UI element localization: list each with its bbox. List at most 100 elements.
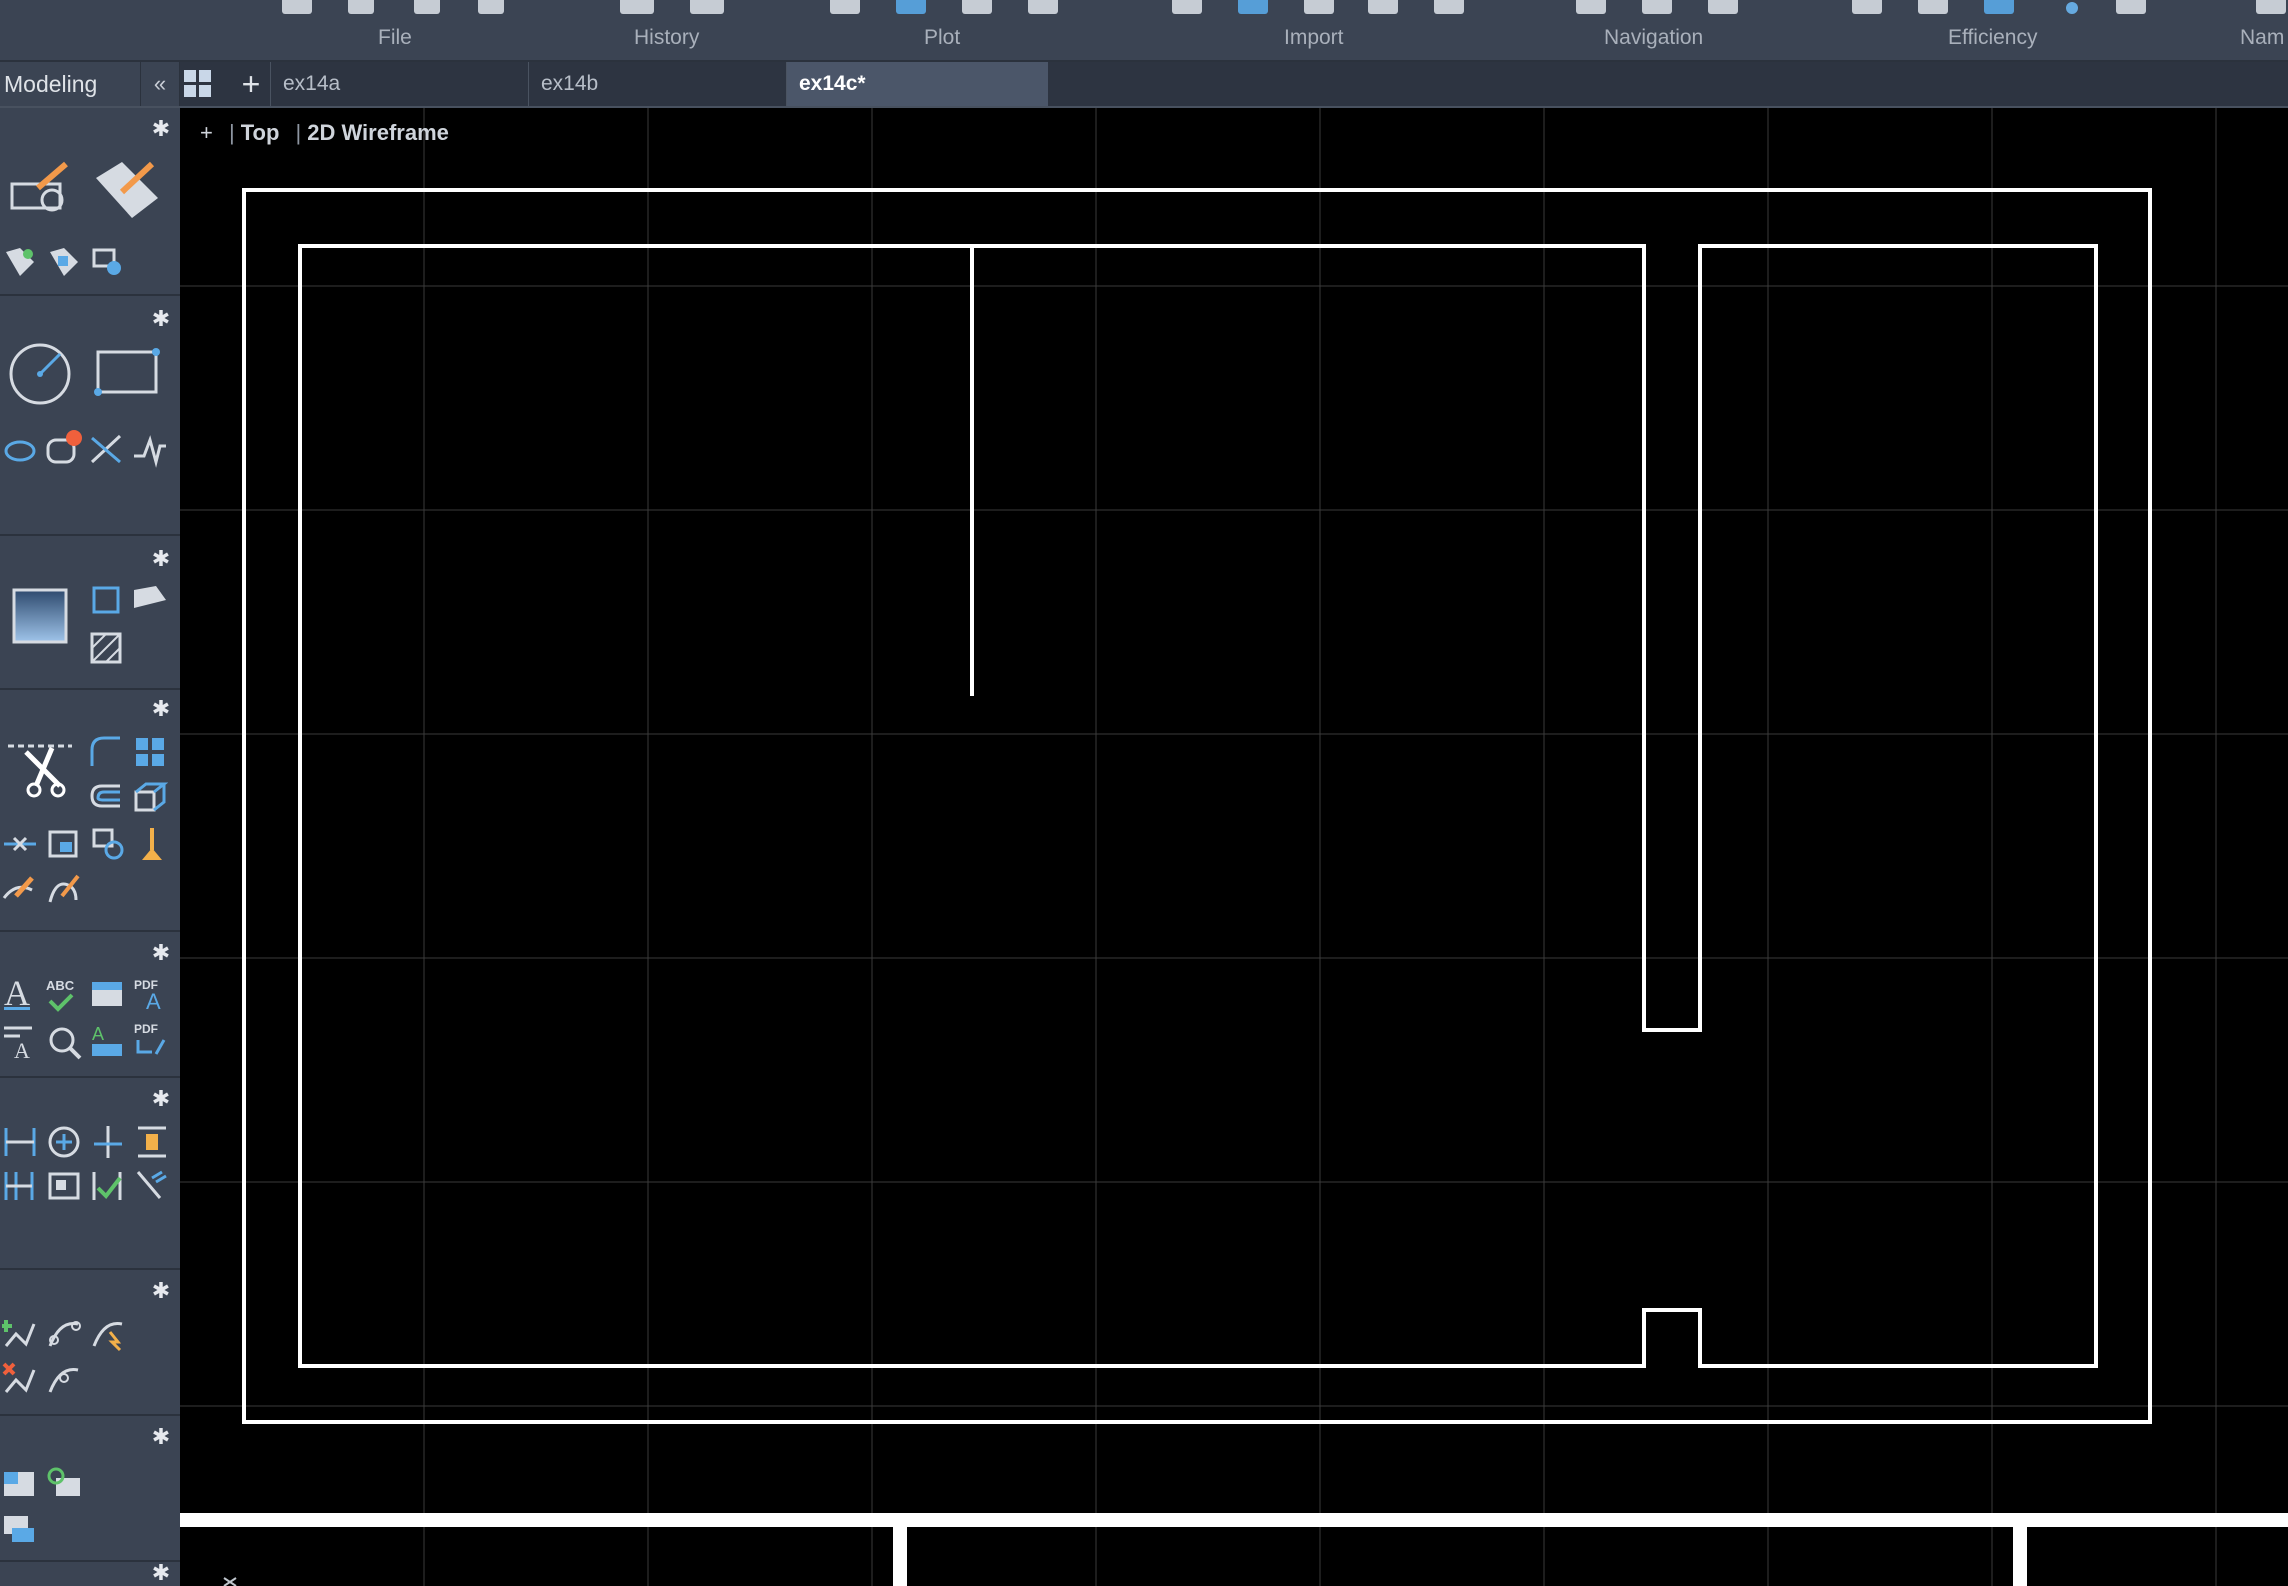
pdf-text-icon[interactable]: PDF A [134, 978, 170, 1013]
plot-icon[interactable] [830, 0, 860, 14]
open-file-icon[interactable] [348, 0, 374, 14]
visual-style-control[interactable]: 2D Wireframe [307, 120, 449, 145]
add-vertex-icon[interactable] [2, 1316, 38, 1352]
table-icon[interactable] [90, 978, 126, 1014]
collapse-palette-button[interactable]: « [140, 62, 180, 106]
convert-vertex-icon[interactable] [90, 1316, 126, 1352]
spline-edit-icon[interactable] [46, 872, 82, 908]
attach-icon[interactable] [1238, 0, 1268, 14]
import-icon[interactable] [1172, 0, 1202, 14]
settings-gear-icon[interactable]: ✱ [150, 548, 172, 570]
save-icon[interactable] [414, 0, 440, 14]
quick-select-icon[interactable] [1852, 0, 1882, 14]
settings-gear-icon[interactable]: ✱ [150, 698, 172, 720]
pencil-edit-icon[interactable] [92, 158, 162, 222]
undo-icon[interactable] [620, 0, 654, 14]
named-view-icon[interactable] [2256, 0, 2286, 14]
viewport-menu-button[interactable]: + [200, 120, 213, 145]
outer-wall[interactable] [242, 188, 2152, 1424]
plot-preview-icon[interactable] [1028, 0, 1058, 14]
settings-gear-icon[interactable]: ✱ [150, 942, 172, 964]
export-icon[interactable] [1368, 0, 1398, 14]
new-file-icon[interactable] [282, 0, 312, 14]
multiline-text-icon[interactable]: A [2, 1022, 38, 1062]
layer-icon[interactable] [2, 1466, 38, 1502]
redo-icon[interactable] [690, 0, 724, 14]
dimension-space-icon[interactable] [134, 1124, 170, 1160]
baseline-dimension-icon[interactable] [90, 1124, 126, 1160]
find-replace-icon[interactable] [46, 1022, 82, 1062]
rectangle-icon[interactable] [94, 346, 162, 402]
inner-wall[interactable] [298, 244, 2098, 1368]
pan-icon[interactable] [1642, 0, 1672, 14]
construction-line-icon[interactable] [88, 432, 124, 468]
new-tab-button[interactable]: + [234, 62, 268, 106]
drawing-svg[interactable] [180, 108, 2288, 1586]
spell-check-icon[interactable]: ABC [46, 978, 80, 1018]
trim-icon[interactable] [8, 732, 72, 798]
view-control[interactable]: Top [241, 120, 280, 145]
dimension-check-icon[interactable] [90, 1168, 126, 1204]
boundary-icon[interactable] [88, 582, 124, 618]
pdf-import-icon[interactable] [1304, 0, 1334, 14]
remove-vertex-icon[interactable] [2, 1362, 38, 1398]
select-similar-icon[interactable] [1918, 0, 1948, 14]
radius-dimension-icon[interactable] [46, 1124, 82, 1160]
floor-plan-geometry[interactable] [242, 188, 2152, 1424]
block-edit-icon[interactable] [90, 244, 126, 280]
tab-overview-icon[interactable] [184, 70, 212, 98]
viewport-controls: + | Top | 2D Wireframe [200, 120, 459, 146]
polyline-icon[interactable] [132, 432, 168, 468]
workspace-label[interactable]: Modeling [0, 62, 140, 106]
tab-ex14c[interactable]: ex14c* [786, 62, 1048, 106]
isolate-icon[interactable] [1984, 0, 2014, 14]
save-as-icon[interactable] [478, 0, 504, 14]
zoom-icon[interactable] [1576, 0, 1606, 14]
settings-gear-icon[interactable]: ✱ [150, 1280, 172, 1302]
line-edit-icon[interactable] [8, 158, 72, 218]
ribbon-group-navigation: Navigation [1604, 26, 1704, 49]
text-icon[interactable]: A [4, 972, 30, 1014]
orbit-icon[interactable] [1708, 0, 1738, 14]
tolerance-icon[interactable] [46, 1168, 82, 1204]
layer-state-icon[interactable] [46, 1466, 82, 1502]
settings-gear-icon[interactable]: ✱ [150, 1088, 172, 1110]
erase-icon[interactable] [134, 824, 170, 864]
settings-gear-icon[interactable]: ✱ [150, 1426, 172, 1448]
break-icon[interactable] [2, 874, 38, 904]
gradient-icon[interactable] [8, 584, 72, 650]
transmit-icon[interactable] [1434, 0, 1464, 14]
spline-fit-icon[interactable] [46, 1316, 82, 1352]
hatch-icon[interactable] [88, 630, 124, 666]
ungroup-icon[interactable] [46, 244, 82, 280]
group-icon[interactable] [2, 244, 38, 280]
settings-gear-icon[interactable]: ✱ [150, 118, 172, 140]
revision-cloud-icon[interactable] [44, 428, 84, 468]
find-text-icon[interactable] [2116, 0, 2146, 14]
array-icon[interactable] [132, 734, 168, 770]
pdf-import-text-icon[interactable]: PDF [134, 1022, 170, 1063]
settings-gear-icon[interactable]: ✱ [150, 308, 172, 330]
dimension-edit-icon[interactable] [134, 1168, 170, 1204]
drawing-canvas[interactable]: + | Top | 2D Wireframe [180, 108, 2288, 1586]
page-setup-icon[interactable] [962, 0, 992, 14]
3d-box-icon[interactable] [132, 780, 168, 816]
rotate-icon[interactable] [90, 826, 126, 862]
circle-icon[interactable] [6, 340, 74, 408]
fillet-icon[interactable] [88, 734, 124, 770]
batch-plot-icon[interactable] [896, 0, 926, 14]
settings-gear-icon[interactable]: ✱ [150, 1562, 172, 1584]
tab-ex14a[interactable]: ex14a [270, 62, 532, 106]
continue-dimension-icon[interactable] [2, 1168, 38, 1204]
spline-vertex-icon[interactable] [46, 1362, 82, 1398]
region-icon[interactable] [132, 582, 168, 612]
extend-icon[interactable] [2, 826, 38, 862]
linear-dimension-icon[interactable] [2, 1124, 38, 1160]
layer-translate-icon[interactable] [2, 1512, 38, 1548]
scale-icon[interactable] [46, 826, 82, 862]
bottom-geometry[interactable] [180, 1513, 2288, 1586]
text-style-icon[interactable]: A [88, 1022, 128, 1062]
tab-ex14b[interactable]: ex14b [528, 62, 790, 106]
ellipse-icon[interactable] [2, 436, 38, 466]
offset-icon[interactable] [88, 780, 124, 816]
